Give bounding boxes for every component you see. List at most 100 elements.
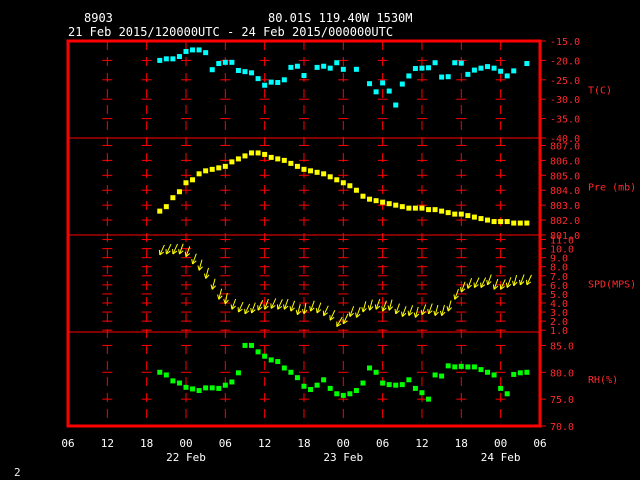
data-point	[176, 54, 182, 60]
data-point	[373, 89, 379, 95]
data-point	[380, 380, 386, 386]
y-tick-label: 802.0	[550, 216, 580, 227]
data-point	[478, 65, 484, 71]
data-point	[478, 367, 484, 373]
data-point	[485, 64, 491, 70]
data-point	[419, 390, 425, 396]
data-point	[511, 371, 517, 377]
data-point	[275, 156, 281, 162]
data-point	[308, 386, 314, 392]
data-point	[249, 70, 255, 76]
data-point	[458, 211, 464, 217]
data-point	[524, 61, 530, 67]
x-tick-label: 12	[101, 437, 114, 450]
data-point	[268, 154, 274, 160]
y-tick-label: 1.0	[550, 326, 568, 337]
data-point	[465, 213, 471, 219]
x-tick-label: 12	[415, 437, 428, 450]
y-tick-label: 70.0	[550, 422, 574, 433]
data-point	[393, 102, 399, 108]
data-point	[399, 204, 405, 210]
data-point	[412, 385, 418, 391]
x-day-label: 24 Feb	[481, 451, 521, 464]
data-point	[294, 163, 300, 169]
data-point	[498, 219, 504, 225]
data-point	[452, 60, 458, 66]
data-point	[288, 64, 294, 70]
data-point	[222, 163, 228, 169]
data-point	[294, 63, 300, 69]
x-tick-label: 00	[337, 437, 350, 450]
data-point	[465, 71, 471, 77]
data-point	[406, 377, 412, 383]
data-point	[340, 392, 346, 398]
y-tick-label: 806.0	[550, 156, 580, 167]
data-point	[242, 69, 248, 75]
data-point	[426, 207, 432, 213]
data-point	[478, 216, 484, 222]
x-day-label: 23 Feb	[323, 451, 363, 464]
data-point	[229, 379, 235, 385]
data-point	[445, 363, 451, 369]
data-point	[222, 59, 228, 65]
data-point	[491, 372, 497, 378]
data-point	[163, 372, 169, 378]
data-point	[183, 180, 189, 186]
data-point	[412, 66, 418, 72]
data-point	[399, 81, 405, 87]
data-point	[419, 65, 425, 71]
x-tick-label: 18	[140, 437, 153, 450]
data-point	[439, 208, 445, 214]
data-point	[504, 219, 510, 225]
data-point	[471, 364, 477, 370]
data-point	[511, 68, 517, 74]
station-location: 80.01S 119.40W 1530M	[268, 11, 413, 25]
station-id: 8903	[84, 11, 113, 25]
data-point	[393, 202, 399, 208]
data-point	[373, 369, 379, 375]
data-point	[281, 365, 287, 371]
data-point	[386, 382, 392, 388]
data-point	[255, 150, 261, 156]
data-point	[190, 177, 196, 183]
data-point	[334, 60, 340, 66]
data-point	[235, 156, 241, 162]
data-point	[203, 385, 209, 391]
data-point	[347, 183, 353, 189]
data-point	[281, 157, 287, 163]
data-point	[406, 73, 412, 79]
data-point	[190, 386, 196, 392]
x-tick-label: 00	[494, 437, 507, 450]
data-point	[321, 377, 327, 383]
data-point	[176, 189, 182, 195]
x-tick-label: 18	[297, 437, 310, 450]
data-point	[386, 201, 392, 207]
data-point	[485, 369, 491, 375]
data-point	[262, 151, 268, 157]
data-point	[157, 57, 163, 63]
data-point	[216, 165, 222, 171]
data-point	[183, 48, 189, 54]
data-point	[281, 77, 287, 83]
data-point	[288, 369, 294, 375]
data-point	[452, 211, 458, 217]
data-point	[419, 205, 425, 211]
data-point	[353, 388, 359, 394]
data-point	[373, 198, 379, 204]
data-point	[380, 199, 386, 205]
data-point	[209, 166, 215, 172]
wind-speed-label: SPD(MPS)	[588, 280, 636, 291]
data-point	[294, 375, 300, 381]
data-point	[432, 207, 438, 213]
data-point	[524, 369, 530, 375]
data-point	[321, 171, 327, 177]
data-point	[511, 220, 517, 226]
data-point	[327, 65, 333, 71]
data-point	[216, 385, 222, 391]
data-point	[504, 391, 510, 397]
data-point	[498, 385, 504, 391]
temperature-label: T(C)	[588, 86, 612, 97]
data-point	[249, 342, 255, 348]
data-point	[301, 166, 307, 172]
data-point	[275, 359, 281, 365]
